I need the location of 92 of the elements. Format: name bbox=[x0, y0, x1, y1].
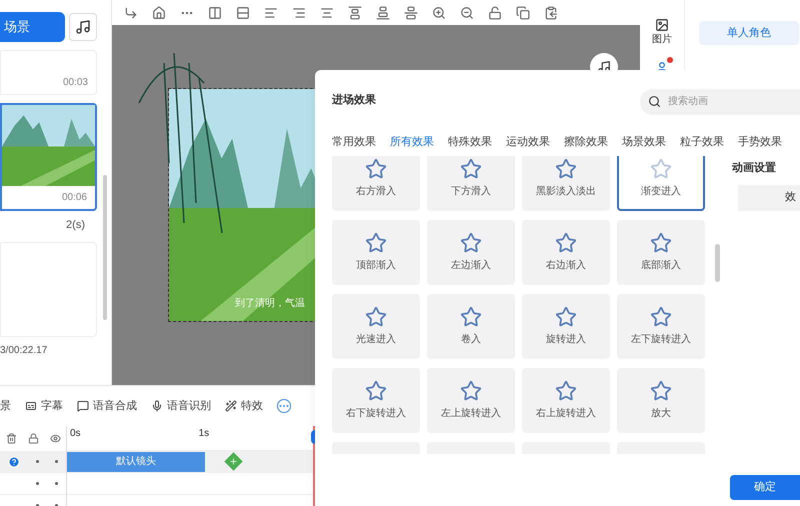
scene-duration: 00:06 bbox=[60, 191, 88, 205]
toolbar-button[interactable]: 语音识别 bbox=[151, 398, 211, 414]
effect-card[interactable]: 右下旋转进入 bbox=[332, 368, 420, 433]
toolbar-button[interactable]: 特效 bbox=[225, 398, 263, 414]
effect-card[interactable]: 右方滑入 bbox=[332, 156, 420, 211]
dialog-title: 进场效果 bbox=[332, 92, 376, 108]
toolbar-icon bbox=[225, 400, 237, 412]
star-icon bbox=[650, 380, 672, 402]
toolbar-button[interactable]: 字幕 bbox=[25, 398, 63, 414]
image-icon bbox=[655, 18, 669, 32]
toolbar-icon[interactable] bbox=[488, 6, 502, 20]
search-field[interactable]: 搜索动画 bbox=[640, 88, 800, 114]
toolbar-button[interactable]: 语音合成 bbox=[77, 398, 137, 414]
help-icon[interactable] bbox=[8, 456, 20, 468]
toolbar-icon[interactable] bbox=[264, 6, 278, 20]
music-button[interactable] bbox=[69, 13, 97, 41]
effect-card[interactable]: 底部渐入 bbox=[617, 220, 705, 285]
effect-tab[interactable]: 运动效果 bbox=[506, 130, 550, 154]
toolbar-icon[interactable] bbox=[460, 6, 474, 20]
effect-card[interactable]: 放大 bbox=[617, 368, 705, 433]
effect-card[interactable]: 顶部渐入 bbox=[332, 220, 420, 285]
effect-card[interactable]: 左下旋转进入 bbox=[617, 294, 705, 359]
scrollbar bbox=[715, 244, 720, 282]
trash-icon[interactable] bbox=[6, 433, 16, 444]
role-button[interactable]: 单人角色 bbox=[699, 21, 799, 46]
notification-dot bbox=[667, 57, 673, 63]
effect-card[interactable]: 黑影淡入淡出 bbox=[522, 156, 610, 211]
effect-card[interactable]: 旋转进入 bbox=[522, 294, 610, 359]
toolbar-icon bbox=[77, 400, 89, 412]
effect-card[interactable]: 左边渐入 bbox=[427, 220, 515, 285]
star-icon bbox=[555, 232, 577, 254]
star-icon bbox=[650, 232, 672, 254]
effect-tab[interactable]: 常用效果 bbox=[332, 130, 376, 154]
star-icon bbox=[365, 306, 387, 328]
star-icon bbox=[460, 306, 482, 328]
scene-card[interactable]: 00:06 bbox=[0, 103, 97, 211]
toolbar-icon[interactable] bbox=[292, 6, 306, 20]
effect-tab[interactable]: 场景效果 bbox=[622, 130, 666, 154]
toolbar-icon[interactable] bbox=[516, 6, 530, 20]
effect-card[interactable]: 下方滑入 bbox=[427, 156, 515, 211]
search-icon bbox=[648, 95, 661, 108]
toolbar-icon[interactable] bbox=[432, 6, 446, 20]
settings-button[interactable]: 效 bbox=[738, 184, 800, 210]
star-icon bbox=[555, 306, 577, 328]
effect-card[interactable]: 右边渐入 bbox=[522, 220, 610, 285]
total-time: 3/00:22.17 bbox=[0, 344, 48, 358]
effect-tab[interactable]: 特殊效果 bbox=[448, 130, 492, 154]
image-tab[interactable]: 图片 bbox=[652, 18, 672, 47]
ruler-tick: 0s bbox=[70, 427, 81, 441]
star-icon bbox=[460, 232, 482, 254]
more-icon[interactable] bbox=[277, 399, 291, 413]
toolbar-icon[interactable] bbox=[348, 6, 362, 20]
music-icon bbox=[75, 19, 91, 35]
star-icon bbox=[650, 158, 672, 180]
effect-tab[interactable]: 手势效果 bbox=[738, 130, 782, 154]
toolbar-button[interactable]: 景 bbox=[0, 398, 11, 414]
effect-tab[interactable]: 所有效果 bbox=[390, 130, 434, 154]
star-icon bbox=[365, 232, 387, 254]
star-icon bbox=[555, 158, 577, 180]
toolbar-icon bbox=[25, 400, 37, 412]
transition-time: 2(s) bbox=[65, 218, 85, 233]
effect-tab[interactable]: 粒子效果 bbox=[680, 130, 724, 154]
star-icon bbox=[650, 306, 672, 328]
effect-card[interactable]: 左上旋转进入 bbox=[427, 368, 515, 433]
toolbar-icon[interactable] bbox=[376, 6, 390, 20]
scene-duration: 00:03 bbox=[62, 76, 89, 90]
eye-icon[interactable] bbox=[50, 433, 60, 444]
toolbar-icon[interactable] bbox=[544, 6, 558, 20]
star-icon bbox=[555, 380, 577, 402]
lock-icon[interactable] bbox=[28, 433, 38, 444]
star-icon bbox=[365, 380, 387, 402]
toolbar-icon[interactable] bbox=[152, 6, 166, 20]
ruler-tick: 1s bbox=[198, 427, 210, 441]
star-icon bbox=[365, 158, 387, 180]
effect-card[interactable]: 渐变进入 bbox=[617, 156, 705, 211]
confirm-button[interactable]: 确定 bbox=[730, 475, 800, 500]
scene-button[interactable]: 场景 bbox=[0, 12, 65, 42]
effect-tab[interactable]: 擦除效果 bbox=[564, 130, 608, 154]
toolbar-icon[interactable] bbox=[208, 6, 222, 20]
toolbar-icon[interactable] bbox=[320, 6, 334, 20]
toolbar-icon[interactable] bbox=[124, 6, 138, 20]
scene-card[interactable]: 00:03 bbox=[0, 50, 97, 95]
star-icon bbox=[460, 380, 482, 402]
effect-card[interactable]: 右上旋转进入 bbox=[522, 368, 610, 433]
settings-title: 动画设置 bbox=[732, 160, 777, 176]
subtitle-text: 到了清明，气温 bbox=[235, 296, 305, 311]
toolbar-icon[interactable] bbox=[236, 6, 250, 20]
toolbar-icon[interactable] bbox=[404, 6, 418, 20]
effect-card[interactable]: 光速进入 bbox=[332, 294, 420, 359]
toolbar-icon bbox=[151, 400, 163, 412]
star-icon bbox=[460, 158, 482, 180]
effect-card[interactable]: 卷入 bbox=[427, 294, 515, 359]
